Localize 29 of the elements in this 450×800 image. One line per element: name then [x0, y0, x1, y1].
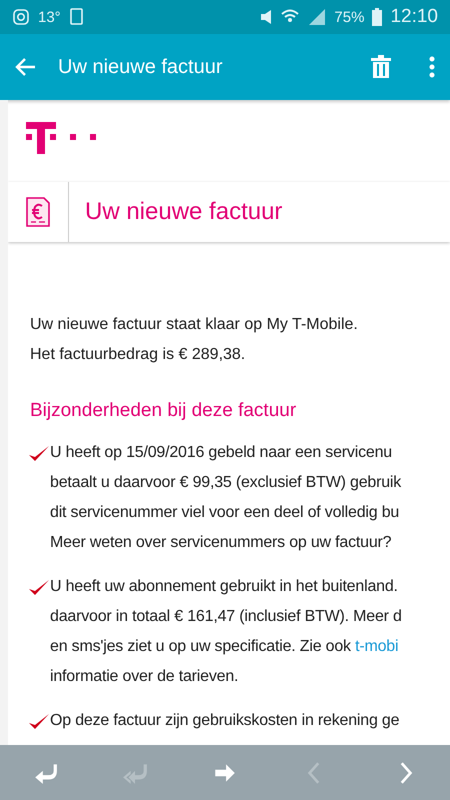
window-title: Uw nieuwe factuur [58, 56, 224, 78]
time-text: 12:10 [390, 6, 438, 28]
trash-icon[interactable] [370, 55, 392, 79]
invoice-icon [26, 197, 50, 227]
check-icon [28, 579, 50, 597]
tablet-icon [68, 8, 85, 26]
header-title: Uw nieuwe factuur [85, 198, 282, 226]
mute-icon [260, 10, 272, 24]
item-text: en sms'jes ziet u op uw specificatie. Zie ook [50, 638, 352, 655]
item-text: U heeft uw abonnement gebruikt in het buitenland. [50, 578, 398, 595]
link[interactable]: t-mobi [355, 638, 398, 655]
item-text: Op deze factuur zijn gebruikskosten in rekening ge [50, 712, 400, 729]
section-heading: Bijzonderheden bij deze factuur [30, 400, 298, 422]
item-text: dit servicenummer viel voor een deel of volledig bu [50, 504, 400, 521]
item-text: U heeft op 15/09/2016 gebeld naar een servicenu [50, 444, 392, 461]
signal-icon [308, 8, 326, 26]
item-text: betaalt u daarvoor € 99,35 (exclusief BTW) gebruik [50, 474, 402, 491]
item-text: daarvoor in totaal € 161,47 (inclusief BTW). Meer d [50, 608, 402, 625]
check-icon [28, 445, 50, 463]
battery-icon [372, 8, 382, 26]
item-text: informatie over de tarieven. [50, 668, 238, 685]
check-icon [28, 713, 50, 731]
intro-text: Uw nieuwe factuur staat klaar op My T-Mobile. [30, 315, 359, 335]
intro-text: Het factuurbedrag is € 289,38. [30, 345, 246, 365]
temperature-text: 13° [38, 8, 61, 26]
battery-text: 75% [334, 8, 364, 26]
camera-icon [12, 8, 30, 26]
item-text: Meer weten over servicenummers op uw factuur? [50, 534, 392, 551]
more-icon[interactable] [428, 55, 436, 79]
